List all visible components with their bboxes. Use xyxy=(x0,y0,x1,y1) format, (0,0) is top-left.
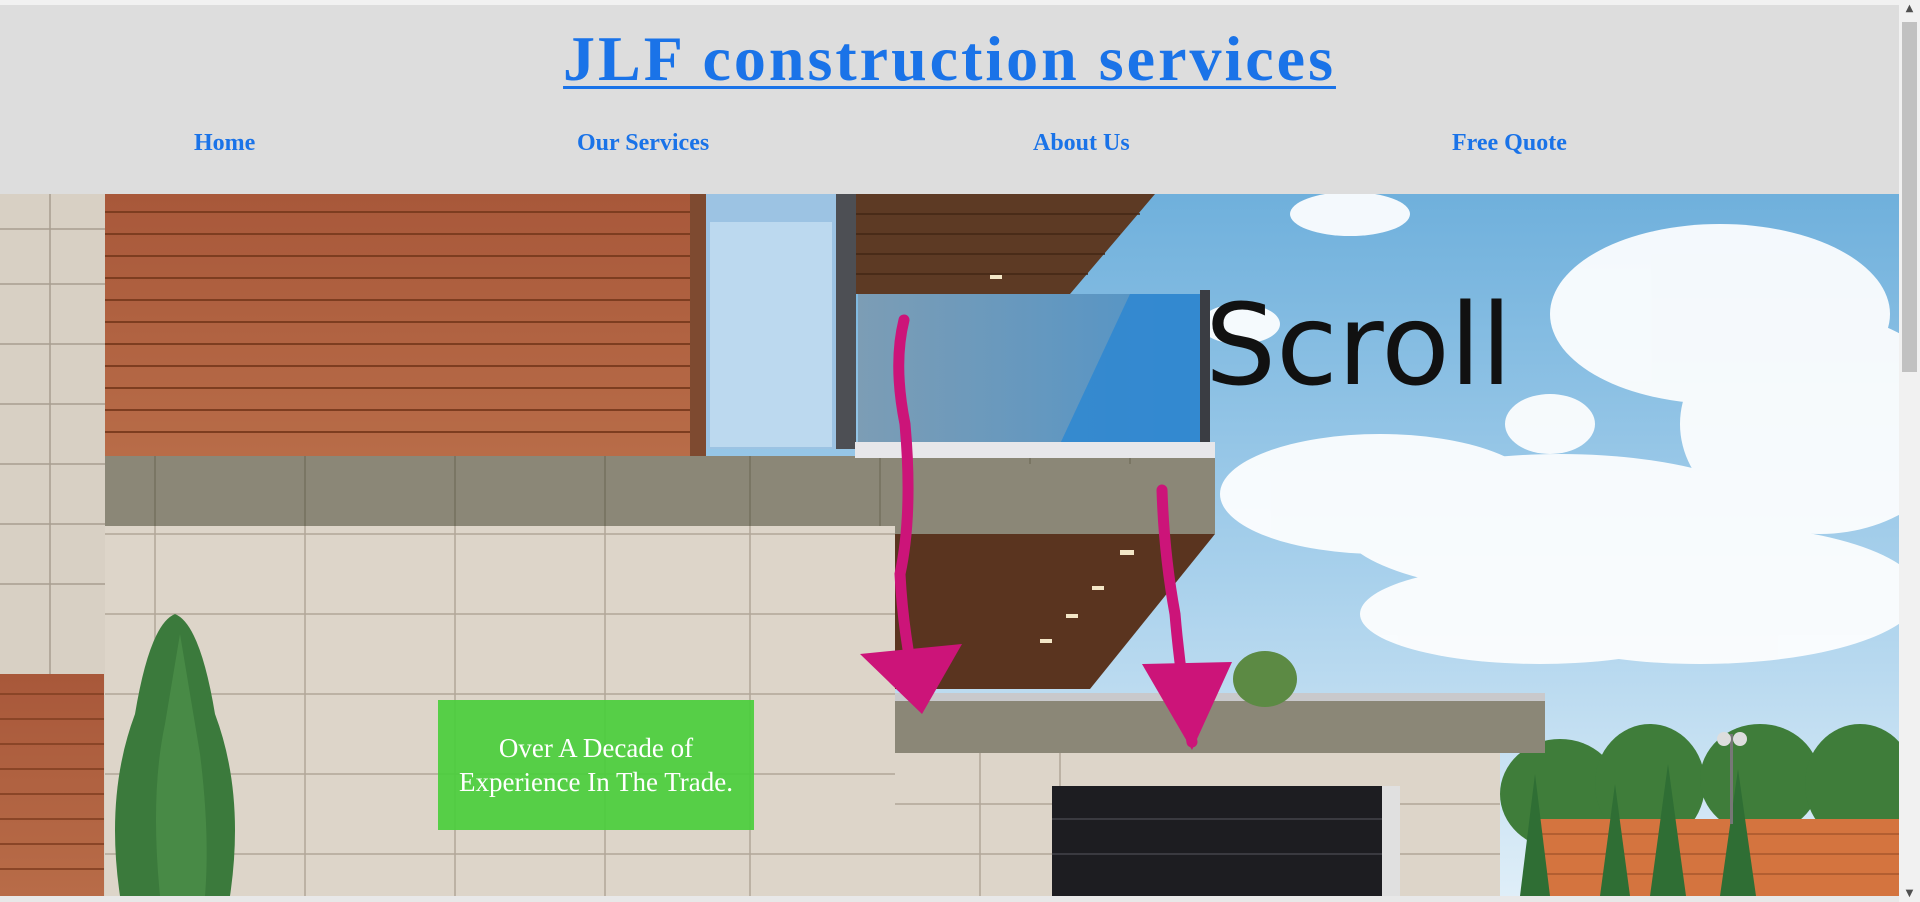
nav-free-quote[interactable]: Free Quote xyxy=(1452,129,1567,157)
badge-line-2: Experience In The Trade. xyxy=(459,767,733,797)
nav-our-services[interactable]: Our Services xyxy=(577,129,709,157)
nav-about-us[interactable]: About Us xyxy=(1033,129,1130,157)
hero-section: Scroll Over A Decade of Experience In Th… xyxy=(0,194,1899,896)
hero-image: Scroll xyxy=(0,194,1899,896)
site-title-link[interactable]: JLF construction services xyxy=(0,22,1899,96)
badge-line-1: Over A Decade of xyxy=(498,733,694,763)
nav-home[interactable]: Home xyxy=(194,129,255,157)
scroll-up-icon[interactable]: ▲ xyxy=(1899,0,1920,17)
page-scrollbar[interactable]: ▲ ▼ xyxy=(1899,0,1920,902)
experience-badge: Over A Decade of Experience In The Trade… xyxy=(438,700,754,830)
bottom-strip xyxy=(0,896,1899,902)
scroll-thumb[interactable] xyxy=(1902,22,1917,372)
scroll-down-icon[interactable]: ▼ xyxy=(1899,885,1920,902)
scroll-annotation: Scroll xyxy=(1205,281,1512,411)
site-header: JLF construction services Home Our Servi… xyxy=(0,5,1899,194)
